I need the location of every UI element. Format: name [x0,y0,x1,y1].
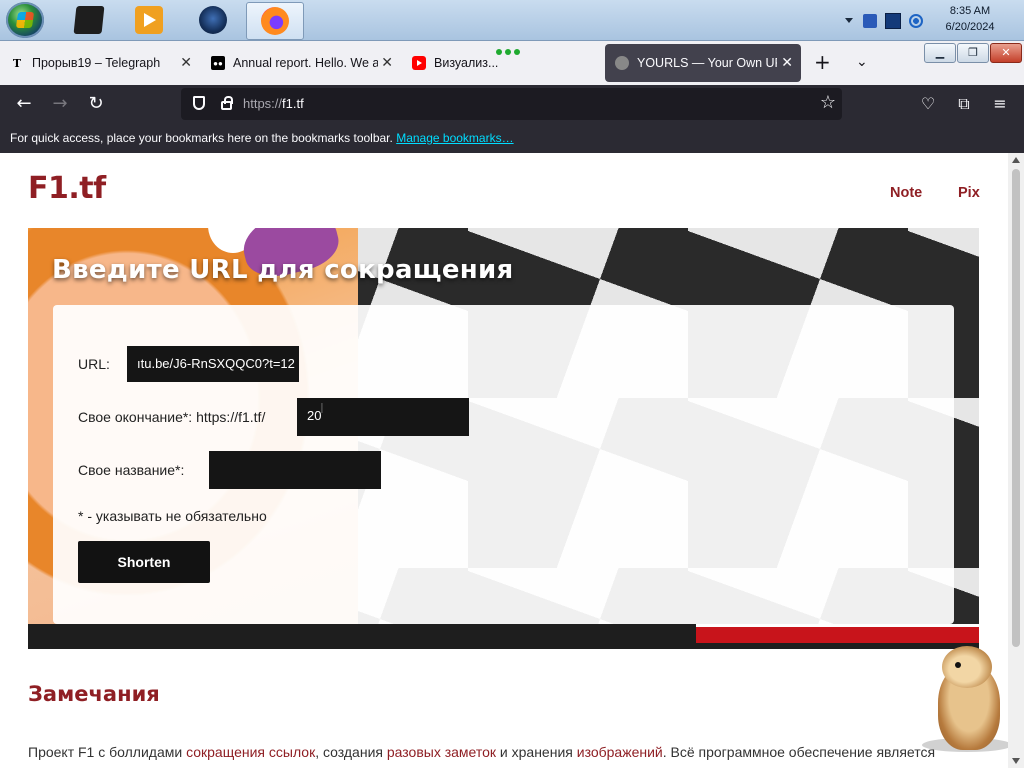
close-tab-icon[interactable]: ✕ [781,54,793,71]
page-scrollbar[interactable] [1008,153,1024,768]
url-label: URL: [78,356,110,372]
app-menu-hamburger-icon[interactable]: ≡ [989,93,1011,115]
taskbar-app-media-player[interactable] [126,2,172,38]
action-center-icon[interactable] [863,13,877,28]
new-tab-button[interactable]: + [814,52,831,72]
hamster-eye [955,662,961,668]
show-hidden-icons-icon[interactable] [845,18,853,23]
tab-title: YOURLS — Your Own URL [637,56,777,70]
clock-time: 8:35 AM [949,5,991,17]
optional-note: * - указывать не обязательно [78,508,267,524]
hamster-mascot-image [920,646,1008,756]
minimize-button[interactable]: ▁ [924,43,956,63]
notes-heading: Замечания [28,682,160,706]
tab-title: Прорыв19 – Telegraph [32,56,161,70]
notes-paragraph: Проект F1 с боллидами сокращения ссылок,… [28,744,988,760]
close-tab-icon[interactable]: ✕ [180,54,192,71]
keyword-label: Свое окончание*: https://f1.tf/ [78,409,266,425]
maximize-button[interactable]: ❐ [957,43,989,63]
shorten-form: URL: ıtu.be/J6-RnSXQQC0?t=12 Свое оконча… [53,305,954,624]
taskbar-clock[interactable]: 8:35 AM 6/20/2024 [940,3,1000,35]
start-button[interactable] [6,2,44,38]
reload-button[interactable]: ↻ [84,92,108,116]
scroll-down-icon[interactable] [1012,758,1020,764]
para-text: . Всё программное обеспечение является [662,744,936,760]
tab-strip: T Прорыв19 – Telegraph ✕ ●● Annual repor… [0,41,1024,85]
taskbar-app-firefox[interactable] [246,2,304,40]
url-input[interactable]: ıtu.be/J6-RnSXQQC0?t=12 [127,346,299,382]
address-bar[interactable]: https://f1.tf ☆ [181,88,842,120]
tab-yourls[interactable]: YOURLS — Your Own URL ✕ [605,44,801,82]
volume-icon[interactable] [909,13,923,28]
manage-bookmarks-link[interactable]: Manage bookmarks… [396,131,513,145]
hero-banner: Введите URL для сокращения URL: ıtu.be/J… [28,228,979,649]
close-tab-icon[interactable]: ✕ [381,54,393,71]
url-scheme: https:// [243,96,283,111]
title-input[interactable] [209,451,381,489]
tab-annual-report[interactable]: ●● Annual report. Hello. We ar ✕ [201,44,401,82]
forward-button[interactable]: → [48,92,72,116]
hero-art-red-strip [696,624,979,643]
list-all-tabs-chevron-icon[interactable]: ⌄ [856,54,868,70]
bookmarks-empty-message: For quick access, place your bookmarks h… [10,131,393,145]
tab-telegraph[interactable]: T Прорыв19 – Telegraph ✕ [0,44,200,82]
telegraph-icon: T [12,56,22,70]
bookmarks-toolbar: For quick access, place your bookmarks h… [0,123,1024,153]
tab-title: Визуализ... [434,56,499,70]
taskbar-app-globe[interactable] [190,2,236,38]
app-icon [73,6,105,34]
title-label: Свое название*: [78,462,185,478]
nav-link-pix[interactable]: Pix [958,185,980,201]
tracking-protection-shield-icon[interactable] [193,96,205,110]
media-player-icon [135,6,163,34]
web-page: F1.tf Note Pix Введите URL для сокращени… [0,153,1008,768]
windows-taskbar: 8:35 AM 6/20/2024 [0,0,1024,41]
youtube-icon [412,56,426,70]
back-button[interactable]: ← [12,92,36,116]
scrollbar-thumb[interactable] [1012,169,1020,647]
extensions-puzzle-icon[interactable]: ⧉ [953,93,975,115]
network-icon[interactable] [885,12,901,29]
yourls-icon [615,56,629,70]
url-host: f1.tf [282,96,304,111]
tab-youtube[interactable]: Визуализ... [402,44,602,82]
medium-icon: ●● [211,56,225,70]
taskbar-app-dark[interactable] [66,2,112,38]
close-window-button[interactable]: ✕ [990,43,1022,63]
hero-title: Введите URL для сокращения [52,255,514,285]
link-images[interactable]: изображений [577,744,663,760]
clock-date: 6/20/2024 [945,21,995,33]
tab-title: Annual report. Hello. We ar [233,56,378,70]
link-url-shortening[interactable]: сокращения ссылок [186,744,315,760]
site-security-lock-icon[interactable] [221,96,233,110]
para-text: , создания [315,744,387,760]
link-one-time-notes[interactable]: разовых заметок [387,744,496,760]
navigation-toolbar: ← → ↻ https://f1.tf ☆ ♡ ⧉ ≡ [0,85,1024,123]
system-tray [845,10,931,30]
para-text: и хранения [496,744,577,760]
para-text: Проект F1 с боллидами [28,744,187,760]
shorten-button[interactable]: Shorten [78,541,210,583]
nav-link-note[interactable]: Note [890,185,922,201]
pocket-icon[interactable]: ♡ [917,93,939,115]
url-text[interactable]: https://f1.tf [243,96,304,111]
site-logo[interactable]: F1.tf [28,171,106,206]
bookmark-star-icon[interactable]: ☆ [820,92,836,113]
hamster-head [942,646,992,688]
text-cursor-icon: I [320,402,324,417]
scroll-up-icon[interactable] [1012,157,1020,163]
firefox-icon [261,7,289,35]
globe-icon [199,6,227,34]
